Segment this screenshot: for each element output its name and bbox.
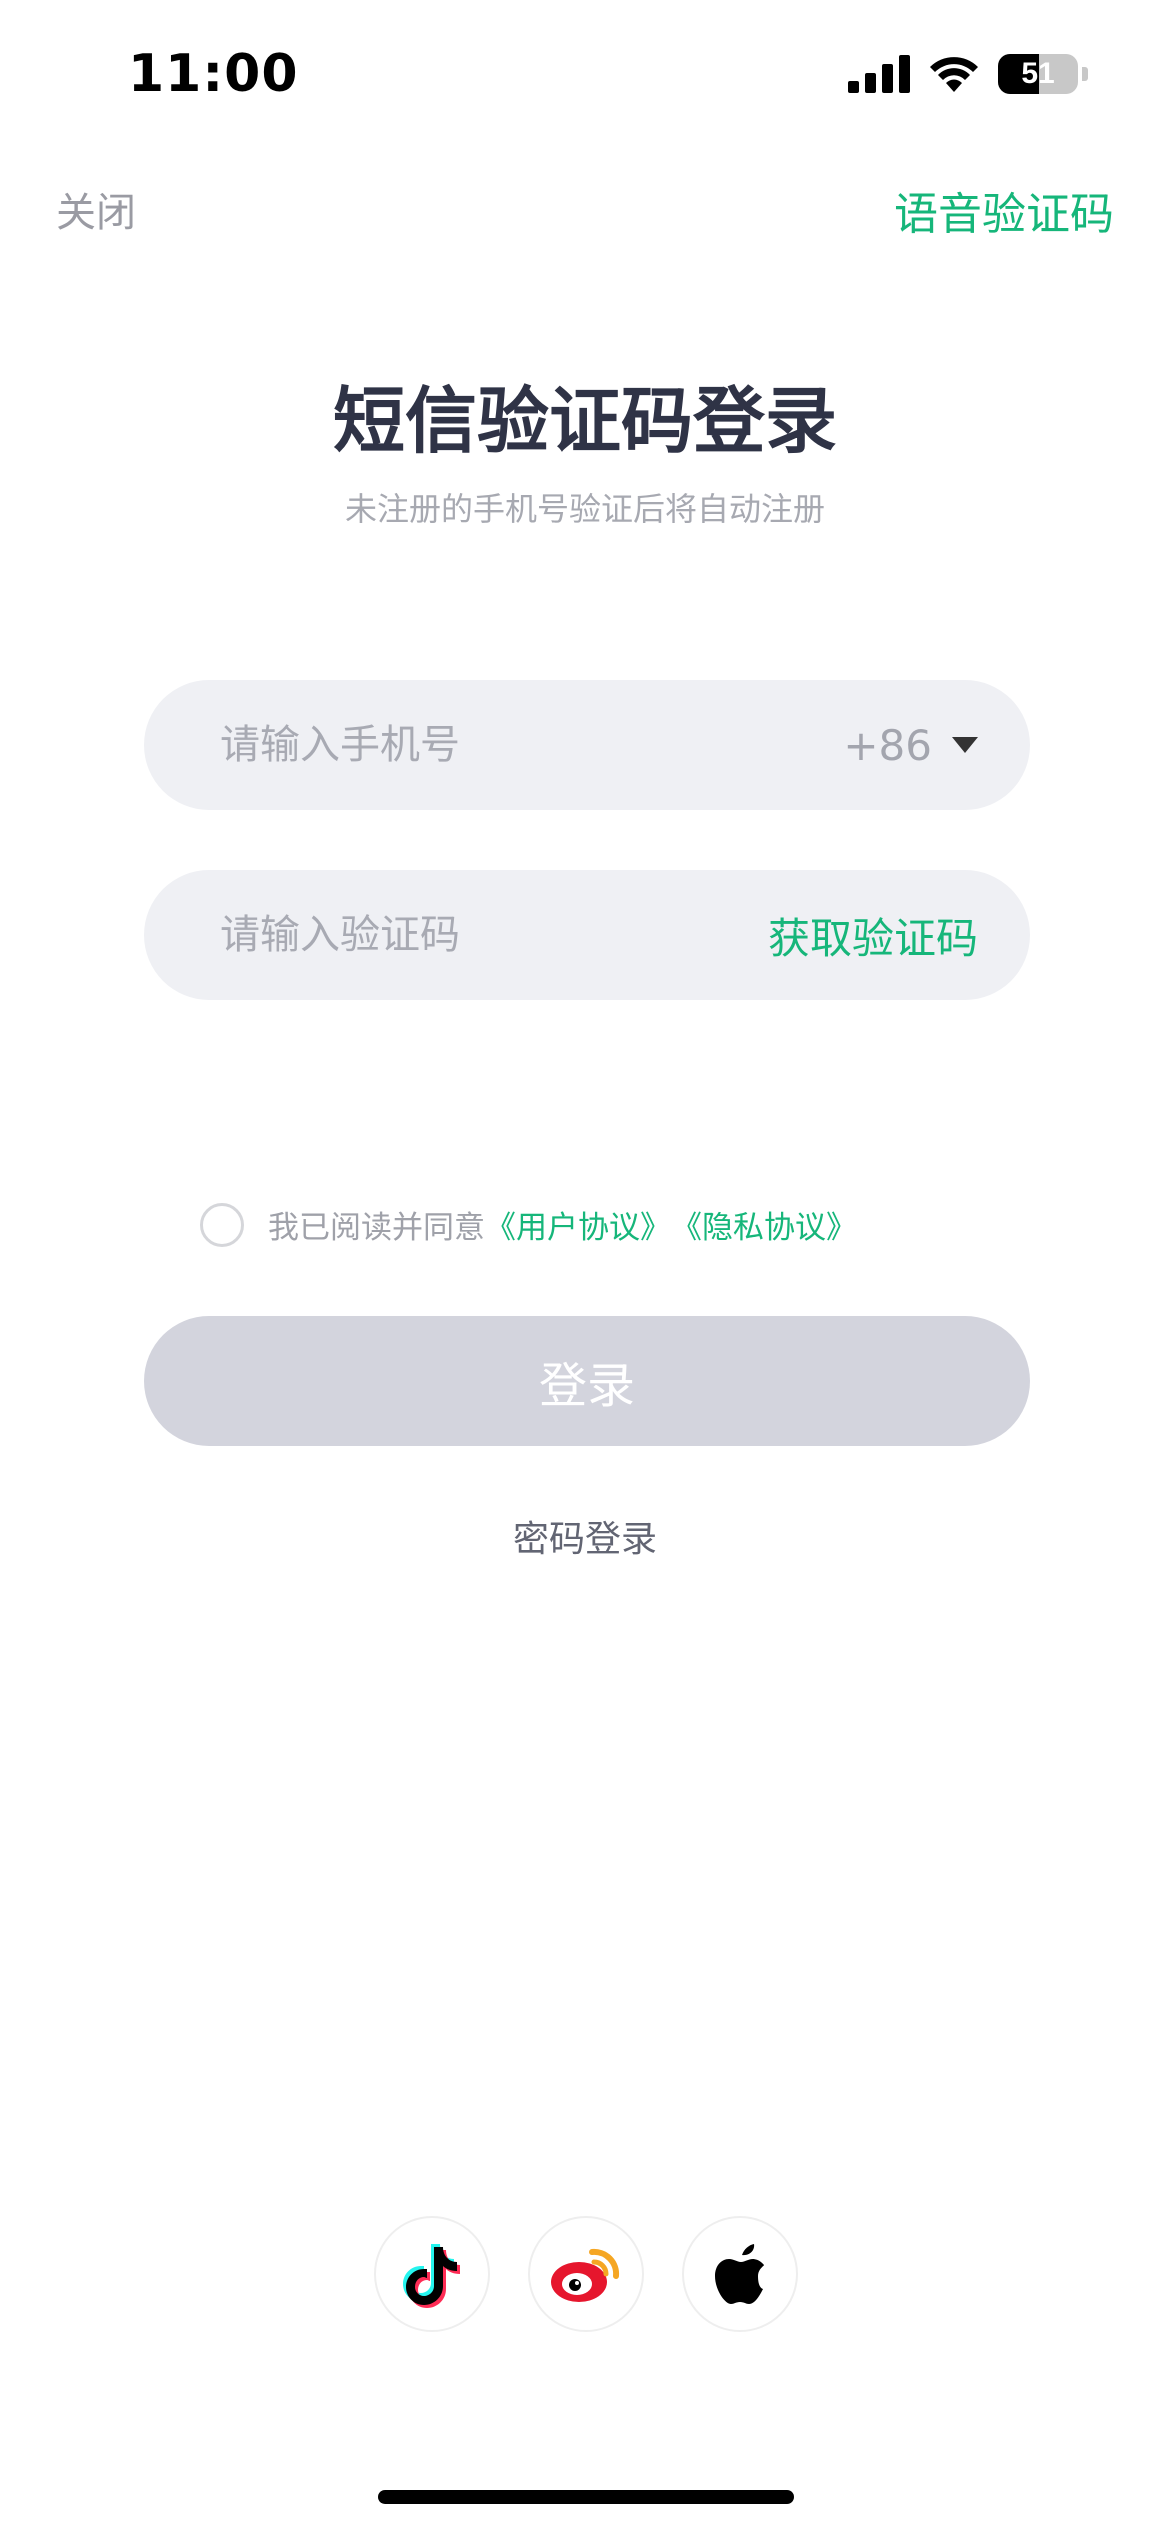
status-icons: 51 bbox=[848, 54, 1088, 94]
tiktok-icon bbox=[403, 2244, 460, 2308]
phone-input[interactable] bbox=[218, 721, 844, 769]
close-button[interactable]: 关闭 bbox=[56, 180, 136, 238]
agreement-prefix: 我已阅读并同意 bbox=[268, 1210, 485, 1246]
phone-field: +86 bbox=[144, 680, 1030, 810]
privacy-policy-link[interactable]: 《隐私协议》 bbox=[671, 1202, 857, 1247]
code-field: 获取验证码 bbox=[144, 870, 1030, 1000]
voice-code-button[interactable]: 语音验证码 bbox=[894, 178, 1114, 242]
password-login-link[interactable]: 密码登录 bbox=[0, 1510, 1170, 1562]
tiktok-login-button[interactable] bbox=[374, 2216, 490, 2332]
caret-down-icon bbox=[952, 737, 978, 753]
apple-login-button[interactable] bbox=[682, 2216, 798, 2332]
home-indicator[interactable] bbox=[378, 2490, 794, 2504]
cellular-signal-icon bbox=[848, 55, 910, 93]
status-time: 11:00 bbox=[128, 44, 299, 104]
user-agreement-link[interactable]: 《用户协议》 bbox=[485, 1202, 671, 1247]
page-title: 短信验证码登录 bbox=[332, 379, 837, 463]
page-subtitle: 未注册的手机号验证后将自动注册 bbox=[344, 490, 825, 528]
weibo-icon bbox=[551, 2248, 620, 2302]
agreement-row: 我已阅读并同意 《用户协议》 《隐私协议》 bbox=[200, 1202, 857, 1247]
agreement-checkbox[interactable] bbox=[200, 1202, 244, 1247]
login-button[interactable]: 登录 bbox=[144, 1316, 1030, 1446]
wifi-icon bbox=[930, 57, 978, 92]
battery-level: 51 bbox=[1021, 57, 1055, 90]
country-code-selector[interactable]: +86 bbox=[843, 721, 978, 770]
country-code: +86 bbox=[843, 720, 932, 770]
weibo-login-button[interactable] bbox=[528, 2216, 644, 2332]
battery-icon: 51 bbox=[998, 54, 1088, 94]
verification-code-input[interactable] bbox=[218, 911, 768, 959]
get-code-button[interactable]: 获取验证码 bbox=[768, 905, 978, 966]
apple-icon bbox=[715, 2244, 764, 2304]
